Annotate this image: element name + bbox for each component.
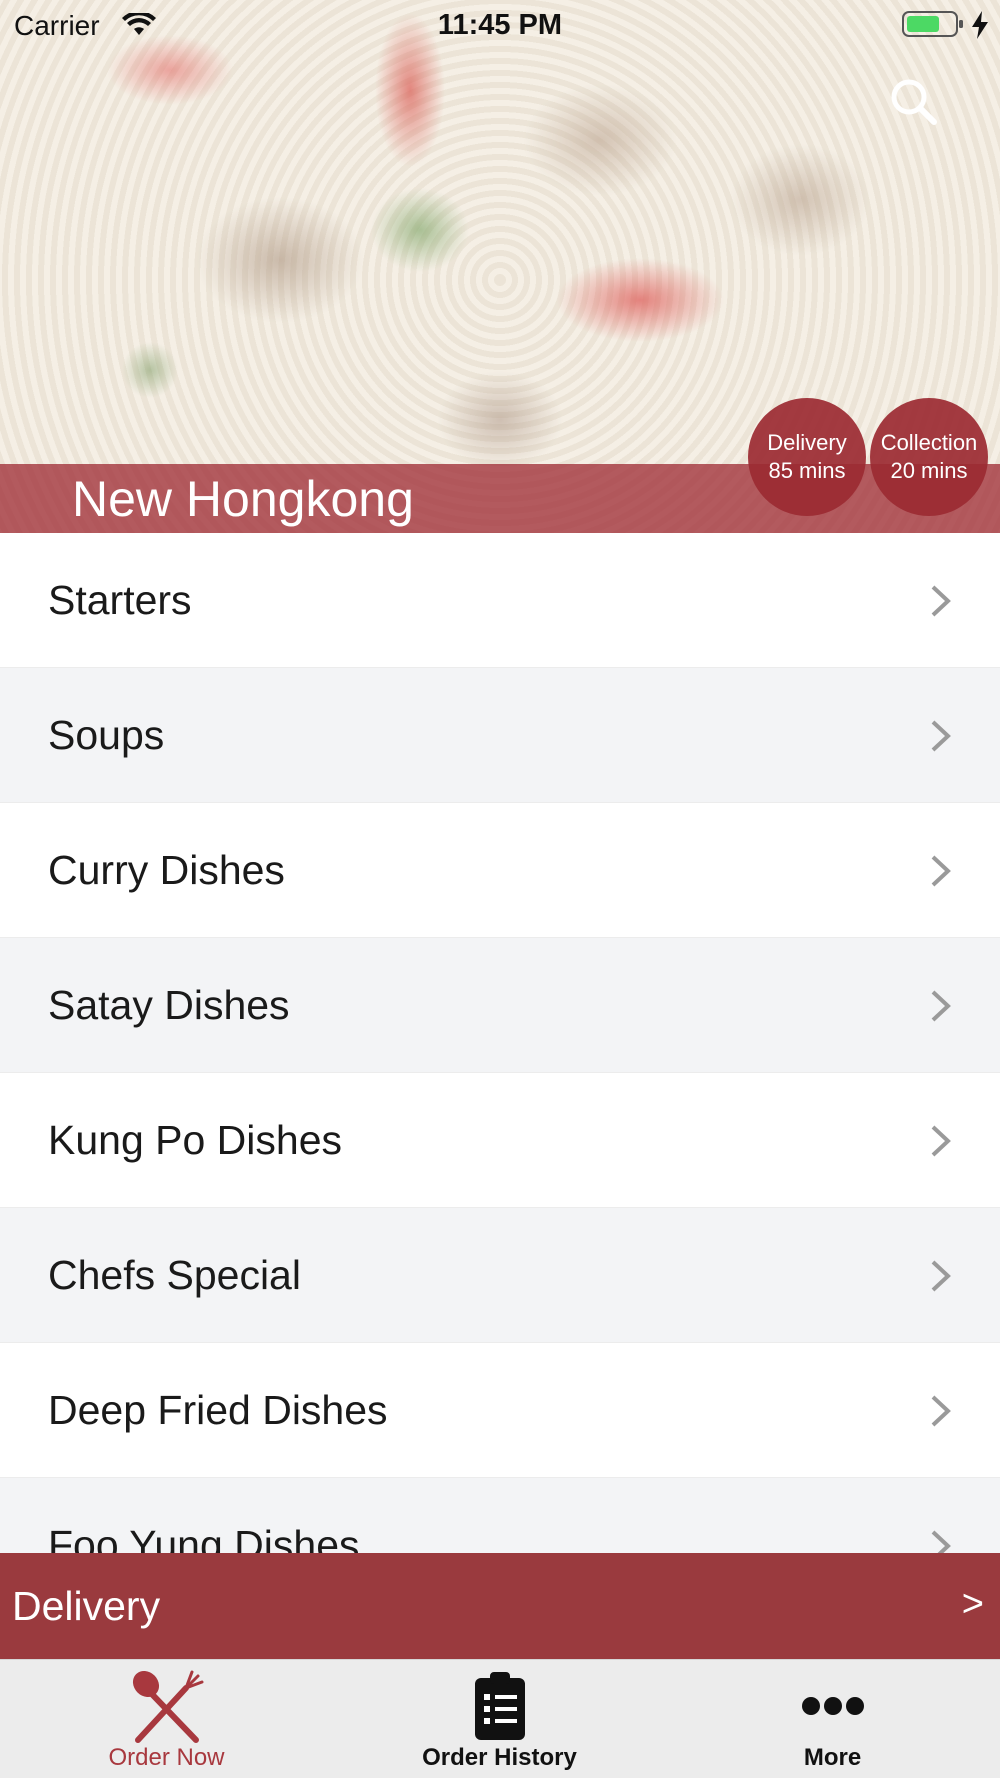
clock-time: 11:45 PM (437, 9, 563, 41)
menu-item-satay-dishes[interactable]: Satay Dishes (0, 938, 1000, 1073)
delivery-time-badge: Delivery 85 mins (748, 398, 866, 516)
collection-badge-label: Collection (880, 430, 978, 455)
tab-label: Order Now (108, 1744, 225, 1771)
delivery-badge-label: Delivery (767, 430, 847, 455)
delivery-badge-time: 85 mins (768, 458, 846, 483)
tab-more[interactable]: More (666, 1660, 999, 1779)
bottom-tab-bar: Order Now Order History More (0, 1659, 1000, 1778)
chevron-right-icon (931, 720, 951, 752)
menu-item-label: Curry Dishes (48, 847, 285, 893)
charging-bolt-icon (972, 11, 988, 39)
tab-order-history[interactable]: Order History (333, 1660, 666, 1779)
delivery-mode-bar[interactable]: Delivery > (0, 1553, 1000, 1659)
chevron-right-icon (931, 855, 951, 887)
menu-item-curry-dishes[interactable]: Curry Dishes (0, 803, 1000, 938)
menu-item-label: Soups (48, 712, 165, 758)
menu-item-label: Foo Yung Dishes (48, 1522, 360, 1553)
delivery-arrow: > (961, 1583, 984, 1625)
menu-item-label: Deep Fried Dishes (48, 1387, 388, 1433)
chevron-right-icon (931, 585, 951, 617)
search-icon[interactable] (888, 76, 940, 128)
hero-banner: Carrier 11:45 PM New Hongkong Delivery 8… (0, 0, 1000, 533)
battery-icon (902, 11, 963, 37)
menu-item-label: Starters (48, 577, 192, 623)
chevron-right-icon (931, 1260, 951, 1292)
fork-knife-icon (132, 1670, 204, 1743)
chevron-right-icon (931, 1395, 951, 1427)
chevron-right-icon (931, 1125, 951, 1157)
menu-item-starters[interactable]: Starters (0, 533, 1000, 668)
menu-item-soups[interactable]: Soups (0, 668, 1000, 803)
menu-item-foo-yung-dishes[interactable]: Foo Yung Dishes (0, 1478, 1000, 1553)
collection-badge-time: 20 mins (890, 458, 968, 483)
menu-item-chefs-special[interactable]: Chefs Special (0, 1208, 1000, 1343)
menu-item-label: Kung Po Dishes (48, 1117, 343, 1163)
menu-category-list[interactable]: Starters Soups Curry Dishes Satay Dishes… (0, 533, 1000, 1553)
chevron-right-icon (931, 990, 951, 1022)
tab-label: Order History (422, 1744, 577, 1771)
status-bar: Carrier 11:45 PM (0, 0, 1000, 50)
menu-item-label: Chefs Special (48, 1252, 301, 1298)
restaurant-name: New Hongkong (72, 471, 414, 527)
chevron-right-icon (931, 1530, 951, 1553)
menu-item-kung-po-dishes[interactable]: Kung Po Dishes (0, 1073, 1000, 1208)
tab-label: More (803, 1744, 862, 1771)
tab-order-now[interactable]: Order Now (0, 1660, 333, 1779)
clipboard-icon (475, 1672, 525, 1740)
collection-time-badge: Collection 20 mins (870, 398, 988, 516)
delivery-mode-label: Delivery (12, 1583, 161, 1629)
menu-item-label: Satay Dishes (48, 982, 290, 1028)
menu-item-deep-fried-dishes[interactable]: Deep Fried Dishes (0, 1343, 1000, 1478)
more-dots-icon (802, 1697, 864, 1715)
